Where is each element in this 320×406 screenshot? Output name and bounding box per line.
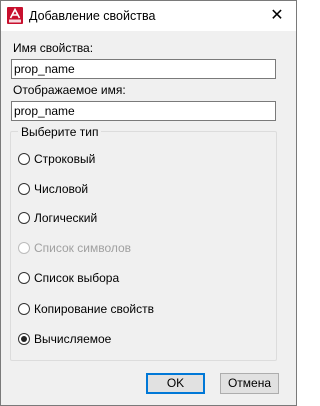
autocad-icon (7, 7, 23, 24)
radio-calculated[interactable]: Вычисляемое (18, 331, 111, 347)
radio-choice-list-label: Список выбора (34, 271, 120, 285)
radio-button-icon[interactable] (18, 212, 30, 224)
add-property-dialog: Добавление свойства ✕ Имя свойства: Отоб… (0, 0, 297, 406)
radio-symbol-list: Список символов (18, 240, 131, 256)
radio-symbol-list-label: Список символов (34, 241, 132, 255)
window-title: Добавление свойства (29, 9, 156, 23)
radio-numeric-label: Числовой (34, 182, 89, 196)
radio-button-icon[interactable] (18, 183, 30, 195)
radio-boolean-label: Логический (34, 211, 98, 225)
close-button[interactable]: ✕ (266, 5, 288, 27)
radio-copy-properties-label: Копирование свойств (34, 302, 154, 316)
property-name-input[interactable] (11, 59, 276, 79)
radio-button-checked-icon[interactable] (18, 333, 30, 345)
type-group-legend: Выберите тип (18, 125, 102, 139)
display-name-label: Отображаемое имя: (13, 83, 126, 97)
radio-numeric[interactable]: Числовой (18, 181, 88, 197)
radio-choice-list[interactable]: Список выбора (18, 270, 119, 286)
close-icon: ✕ (270, 7, 284, 24)
radio-button-disabled-icon (18, 242, 30, 254)
radio-boolean[interactable]: Логический (18, 210, 97, 226)
property-name-label: Имя свойства: (13, 41, 94, 55)
radio-calculated-label: Вычисляемое (34, 332, 112, 346)
radio-string-label: Строковый (34, 152, 96, 166)
title-bar[interactable]: Добавление свойства ✕ (1, 1, 296, 31)
radio-copy-properties[interactable]: Копирование свойств (18, 301, 154, 317)
radio-button-icon[interactable] (18, 272, 30, 284)
cancel-button[interactable]: Отмена (220, 373, 279, 394)
ok-button[interactable]: OK (146, 373, 205, 394)
radio-string[interactable]: Строковый (18, 151, 95, 167)
display-name-input[interactable] (11, 101, 276, 121)
radio-button-icon[interactable] (18, 153, 30, 165)
radio-button-icon[interactable] (18, 303, 30, 315)
